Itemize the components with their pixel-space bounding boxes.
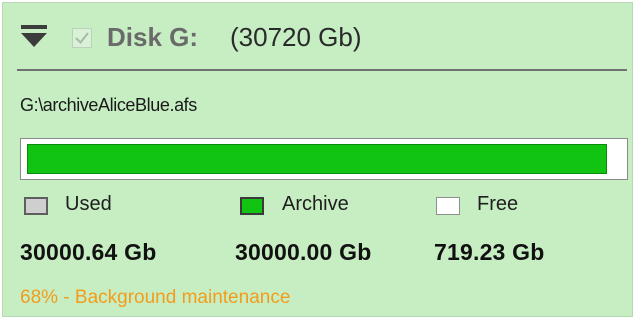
used-swatch [24, 197, 48, 215]
archive-label: Archive [282, 193, 349, 215]
free-value: 719.23 Gb [434, 239, 545, 265]
disk-size: (30720 Gb) [230, 22, 362, 52]
archive-value: 30000.00 Gb [235, 239, 372, 265]
disk-name: Disk G: [107, 22, 199, 52]
disk-checkbox[interactable] [72, 28, 92, 48]
archive-swatch [240, 197, 264, 215]
used-value: 30000.64 Gb [20, 239, 157, 265]
header-divider [17, 69, 627, 71]
free-swatch [436, 197, 460, 215]
status-text: 68% - Background maintenance [20, 287, 291, 308]
archive-path: G:\archiveAliceBlue.afs [20, 95, 197, 115]
disk-header: Disk G: (30720 Gb) [3, 3, 632, 69]
free-label: Free [477, 193, 519, 215]
usage-bar [20, 138, 628, 180]
usage-bar-fill [27, 144, 607, 174]
used-label: Used [65, 193, 112, 215]
disk-panel: Disk G: (30720 Gb) G:\archiveAliceBlue.a… [2, 2, 633, 317]
collapse-chevron-icon[interactable] [21, 25, 47, 49]
checkmark-icon [75, 32, 89, 45]
